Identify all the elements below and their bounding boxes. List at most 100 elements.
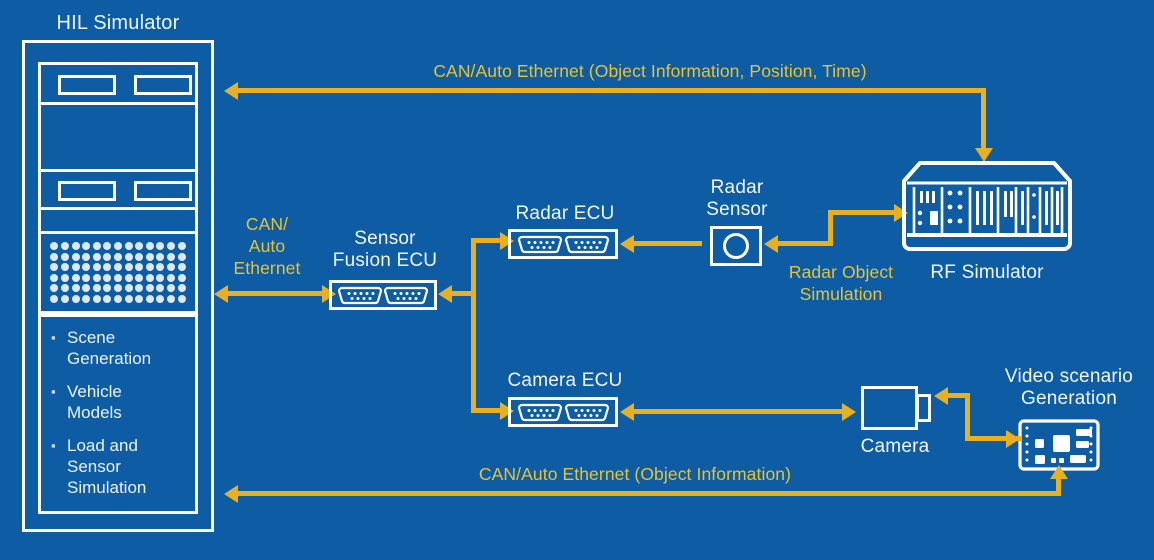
rack-dot <box>177 273 186 282</box>
rack-dot <box>92 263 101 272</box>
bullet-marker-icon: ▪ <box>51 384 56 399</box>
rack-dot <box>156 242 165 251</box>
rack-dot <box>135 263 144 272</box>
video-board-to-camera-arrowhead <box>934 386 948 405</box>
rack-dot <box>167 284 176 293</box>
rack-dot <box>113 252 122 261</box>
rack-dot <box>60 263 69 272</box>
rack-dot <box>167 263 176 272</box>
video-scenario-board-node <box>1018 419 1100 471</box>
rack-dot <box>167 242 176 251</box>
bullet-marker-icon: ▪ <box>51 330 56 345</box>
radar-object-sim-arrowhead-left <box>764 234 778 253</box>
radar-sensor-to-ecu-arrowhead <box>620 234 634 253</box>
camera-to-video-board-arrowhead <box>1006 429 1020 448</box>
rack-dot <box>124 294 133 303</box>
rack-dot <box>71 294 80 303</box>
rack-dot <box>135 273 144 282</box>
rack-slot <box>58 75 116 95</box>
rack-dot <box>60 294 69 303</box>
rack-dot <box>92 284 101 293</box>
rack-dot <box>92 252 101 261</box>
list-item: ▪ Load and Sensor Simulation <box>51 435 187 498</box>
hil-feature-list: ▪ Scene Generation ▪ Vehicle Models ▪ Lo… <box>38 314 198 514</box>
rack-dot <box>82 242 91 251</box>
rack-dot <box>92 273 101 282</box>
video-board-to-camera-line-top <box>948 393 970 398</box>
hil-simulator-title: HIL Simulator <box>56 12 180 34</box>
bottom-bus-arrowhead-up <box>1049 465 1068 479</box>
rack-dot <box>167 252 176 261</box>
rack-dot <box>124 252 133 261</box>
rack-row-top <box>41 65 195 105</box>
top-bus-line-horizontal <box>238 88 986 93</box>
rack-dot <box>145 252 154 261</box>
list-item-label: Load and Sensor Simulation <box>67 436 147 497</box>
rack-dot <box>103 294 112 303</box>
rf-simulator-label: RF Simulator <box>930 262 1044 283</box>
rack-dot <box>135 294 144 303</box>
top-bus-label: CAN/Auto Ethernet (Object Information, P… <box>433 61 867 81</box>
rack-dot <box>124 242 133 251</box>
rack-slot <box>134 75 192 95</box>
rack-dot <box>60 273 69 282</box>
rack-dot <box>177 284 186 293</box>
rack-row-mid <box>41 172 195 210</box>
rack-dot <box>103 263 112 272</box>
rack-dot <box>177 294 186 303</box>
rack-dot <box>82 294 91 303</box>
rack-dot <box>156 263 165 272</box>
camera-ecu-node <box>508 397 618 427</box>
rack-dot <box>50 263 59 272</box>
camera-ecu-to-camera-arrowhead-right <box>842 402 856 421</box>
rack-dot <box>82 273 91 282</box>
rack-dot <box>145 294 154 303</box>
rack-slot <box>134 181 192 201</box>
radar-sensor-label: Radar Sensor <box>706 177 768 220</box>
rack-dot <box>156 294 165 303</box>
camera-label: Camera <box>860 436 930 457</box>
rack-dot <box>82 263 91 272</box>
rack-dot <box>113 294 122 303</box>
rack-dot <box>71 252 80 261</box>
rack-dot <box>50 273 59 282</box>
camera-body-icon <box>861 386 918 430</box>
rack-dot <box>145 263 154 272</box>
rack-dot <box>177 252 186 261</box>
left-bus-line <box>228 291 326 296</box>
radar-sensor-node <box>710 226 762 266</box>
rack-dot <box>50 252 59 261</box>
rack-dot <box>92 242 101 251</box>
rack-dot <box>71 242 80 251</box>
rack-dot <box>71 263 80 272</box>
top-bus-arrowhead-left <box>224 81 238 100</box>
rack-dot <box>156 284 165 293</box>
rack-dot <box>124 273 133 282</box>
hil-rack <box>38 62 198 314</box>
fusion-trunk-vertical <box>471 238 476 412</box>
rack-dot <box>103 242 112 251</box>
video-scenario-label: Video scenario Generation <box>1004 366 1134 409</box>
rack-row-blank <box>41 105 195 172</box>
bottom-bus-line-horizontal <box>238 491 1061 496</box>
rack-dot <box>156 252 165 261</box>
rack-dot <box>82 284 91 293</box>
rack-dot <box>156 273 165 282</box>
rack-dot <box>71 284 80 293</box>
trunk-to-fusion-line <box>452 291 474 296</box>
diagram-canvas: HIL Simulator ▪ Scene Generation ▪ Vehic… <box>0 0 1154 560</box>
dsub-connector-icon <box>564 235 610 254</box>
rack-dot <box>71 273 80 282</box>
rack-dot <box>103 252 112 261</box>
rack-dot <box>103 284 112 293</box>
sensor-fusion-ecu-label: Sensor Fusion ECU <box>332 228 438 271</box>
rack-dot <box>135 242 144 251</box>
radar-antenna-icon <box>723 233 749 259</box>
radar-sensor-to-ecu-line <box>634 241 702 246</box>
rack-dot <box>82 252 91 261</box>
rack-dot <box>60 252 69 261</box>
rack-dot <box>135 252 144 261</box>
rack-slot <box>58 181 116 201</box>
rack-dot <box>145 242 154 251</box>
rack-dot <box>145 273 154 282</box>
